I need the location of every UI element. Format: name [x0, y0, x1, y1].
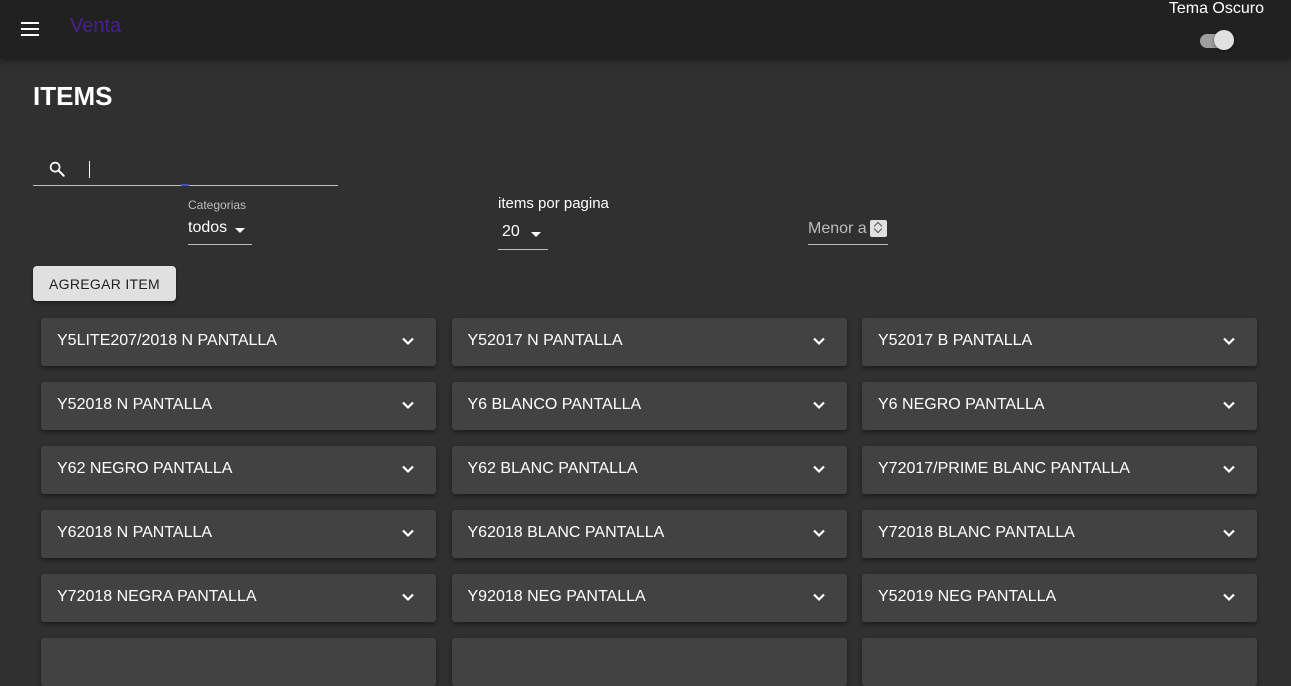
chevron-down-icon[interactable]: [401, 590, 415, 604]
item-card[interactable]: Y62 BLANC PANTALLA: [451, 446, 847, 494]
item-card[interactable]: [862, 638, 1257, 686]
item-card-label: Y62 BLANC PANTALLA: [467, 460, 638, 477]
item-card[interactable]: Y52017 N PANTALLA: [451, 318, 847, 366]
chevron-down-icon[interactable]: [1222, 590, 1236, 604]
chevron-down-icon[interactable]: [812, 462, 826, 476]
item-card[interactable]: Y72018 BLANC PANTALLA: [862, 510, 1257, 558]
item-card-label: Y72017/PRIME BLANC PANTALLA: [878, 460, 1130, 477]
category-label: Categorias: [188, 198, 247, 212]
arrow-drop-down-icon: [531, 232, 541, 237]
chevron-down-icon[interactable]: [1222, 526, 1236, 540]
app-title[interactable]: Venta: [70, 15, 121, 38]
item-card[interactable]: [41, 638, 436, 686]
item-card[interactable]: Y72017/PRIME BLANC PANTALLA: [862, 446, 1257, 494]
item-card[interactable]: Y62018 BLANC PANTALLA: [451, 510, 847, 558]
menu-button[interactable]: [14, 13, 46, 45]
search-field[interactable]: [33, 153, 338, 186]
chevron-down-icon[interactable]: [812, 334, 826, 348]
chevron-down-icon[interactable]: [401, 462, 415, 476]
dark-theme-toggle[interactable]: [1198, 30, 1236, 50]
item-card[interactable]: Y62 NEGRO PANTALLA: [41, 446, 436, 494]
chevron-down-icon[interactable]: [1222, 398, 1236, 412]
item-card[interactable]: Y52019 NEG PANTALLA: [862, 574, 1257, 622]
item-card[interactable]: Y52018 N PANTALLA: [41, 382, 436, 430]
search-icon: [49, 161, 65, 177]
item-card-label: Y72018 NEGRA PANTALLA: [57, 588, 257, 605]
add-item-button[interactable]: AGREGAR ITEM: [33, 266, 176, 301]
item-card-label: Y6 NEGRO PANTALLA: [878, 396, 1045, 413]
item-card-label: Y52017 N PANTALLA: [467, 332, 623, 349]
chevron-down-icon[interactable]: [401, 398, 415, 412]
focus-indicator: [181, 184, 189, 186]
items-per-page-value: 20: [502, 223, 520, 240]
arrow-drop-down-icon: [235, 228, 245, 233]
item-card[interactable]: Y6 BLANCO PANTALLA: [451, 382, 847, 430]
toggle-knob: [1214, 30, 1234, 50]
item-card-label: Y5LITE207/2018 N PANTALLA: [57, 332, 277, 349]
page-title: ITEMS: [33, 81, 113, 111]
chevron-down-icon[interactable]: [812, 398, 826, 412]
menu-icon: [21, 22, 39, 36]
chevron-down-icon[interactable]: [401, 334, 415, 348]
text-caret: [89, 161, 90, 178]
item-card[interactable]: Y72018 NEGRA PANTALLA: [41, 574, 436, 622]
number-spinner[interactable]: [870, 220, 887, 237]
category-value: todos: [188, 219, 228, 236]
item-card-label: Y52017 B PANTALLA: [878, 332, 1033, 349]
item-card[interactable]: Y62018 N PANTALLA: [41, 510, 436, 558]
item-card-label: Y92018 NEG PANTALLA: [467, 588, 646, 605]
chevron-down-icon[interactable]: [812, 526, 826, 540]
item-card[interactable]: Y5LITE207/2018 N PANTALLA: [41, 318, 436, 366]
search-input[interactable]: [88, 157, 328, 181]
item-card-label: Y52018 N PANTALLA: [57, 396, 213, 413]
chevron-down-icon[interactable]: [812, 590, 826, 604]
items-grid: Y5LITE207/2018 N PANTALLA Y52017 N PANTAL…: [41, 318, 1257, 686]
app-toolbar: Venta Tema Oscuro: [0, 0, 1291, 58]
chevron-down-icon[interactable]: [1222, 462, 1236, 476]
less-than-placeholder: Menor a: [808, 220, 867, 237]
less-than-field[interactable]: Menor a: [808, 218, 888, 245]
item-card-label: Y62018 N PANTALLA: [57, 524, 213, 541]
theme-label: Tema Oscuro: [1168, 0, 1264, 17]
items-per-page-label: items por pagina: [498, 195, 609, 212]
chevron-down-icon[interactable]: [1222, 334, 1236, 348]
item-card-label: Y62 NEGRO PANTALLA: [57, 460, 233, 477]
item-card-label: Y52019 NEG PANTALLA: [878, 588, 1057, 605]
item-card[interactable]: [451, 638, 847, 686]
item-card-label: Y62018 BLANC PANTALLA: [467, 524, 665, 541]
item-card[interactable]: Y52017 B PANTALLA: [862, 318, 1257, 366]
category-select[interactable]: todos: [188, 216, 252, 245]
item-card-label: Y6 BLANCO PANTALLA: [467, 396, 642, 413]
chevron-down-icon[interactable]: [401, 526, 415, 540]
item-card[interactable]: Y6 NEGRO PANTALLA: [862, 382, 1257, 430]
item-card-label: Y72018 BLANC PANTALLA: [878, 524, 1075, 541]
item-card[interactable]: Y92018 NEG PANTALLA: [451, 574, 847, 622]
items-per-page-select[interactable]: 20: [498, 220, 548, 250]
